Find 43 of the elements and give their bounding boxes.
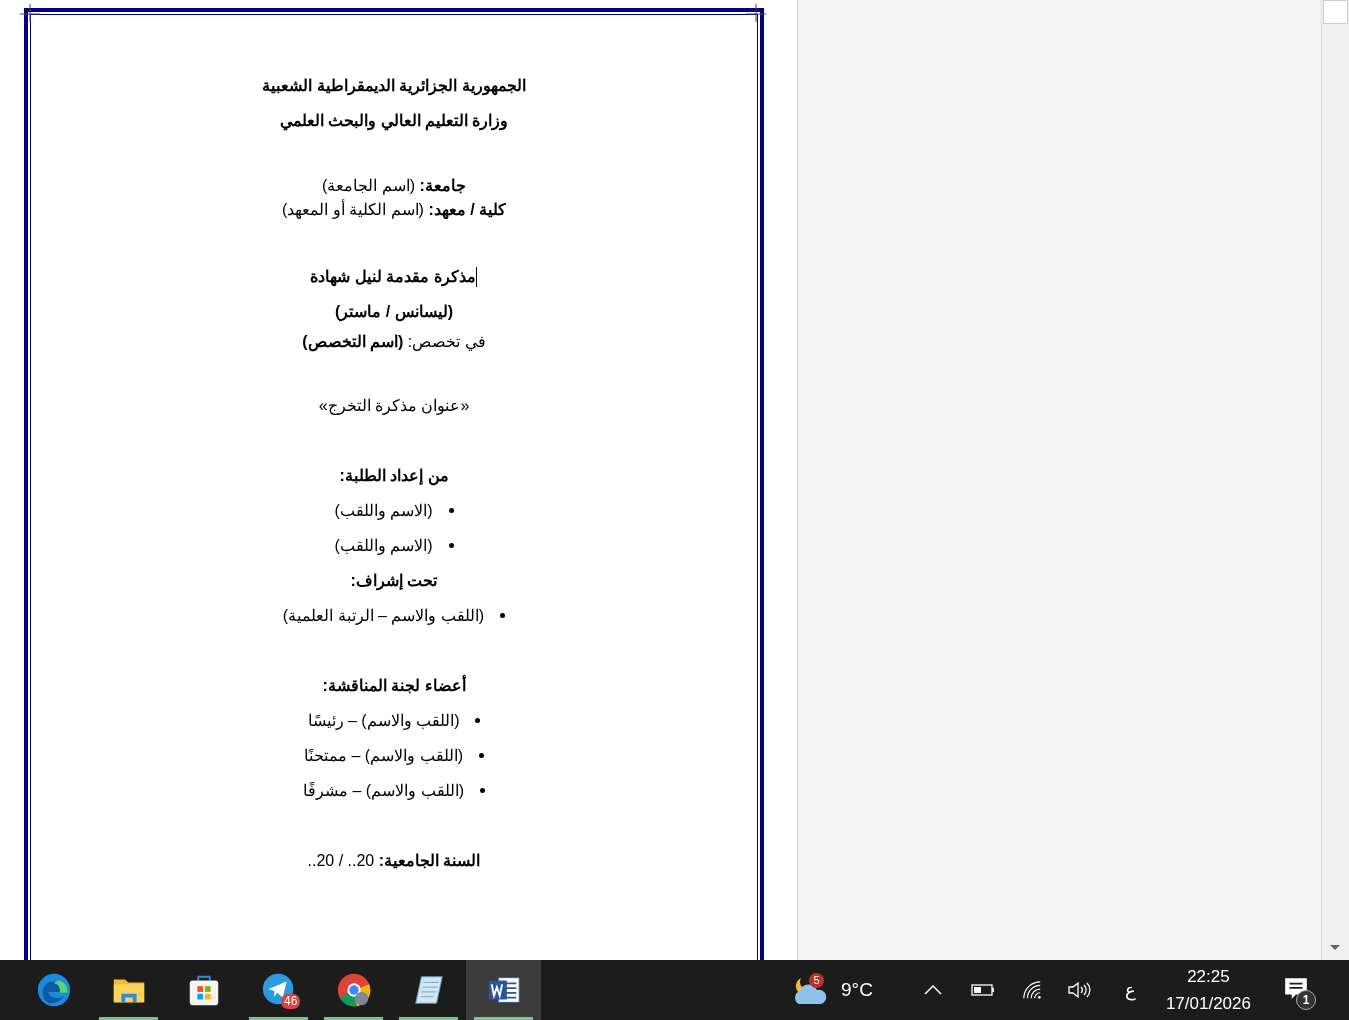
bullet-icon bbox=[478, 753, 484, 758]
running-indicator bbox=[249, 1017, 308, 1020]
document-text: (ليسانس / ماستر) bbox=[335, 302, 453, 321]
document-text: تحت إشراف: bbox=[350, 571, 438, 590]
taskbar-app-button[interactable]: 46 bbox=[241, 960, 316, 1020]
clock-button[interactable]: 22:25 17/01/2026 bbox=[1165, 963, 1251, 1017]
document-text: أعضاء لجنة المناقشة: bbox=[322, 676, 466, 695]
document-text: من إعداد الطلبة: bbox=[339, 466, 449, 485]
wifi-icon[interactable] bbox=[1020, 980, 1043, 1000]
running-indicator bbox=[324, 1017, 383, 1020]
crop-mark-icon bbox=[746, 4, 766, 22]
document-text: كلية / معهد: (اسم الكلية أو المعهد) bbox=[281, 199, 507, 219]
bullet-icon bbox=[500, 613, 506, 618]
speaker-icon[interactable] bbox=[1066, 980, 1091, 1000]
document-text: في تخصص: (اسم التخصص) bbox=[302, 331, 486, 351]
scroll-thumb[interactable] bbox=[1323, 0, 1348, 24]
weather-button[interactable]: 5 9°C bbox=[791, 960, 873, 1020]
document-text: الجمهورية الجزائرية الديمقراطية الشعبية bbox=[262, 76, 526, 95]
document-text: مذكرة مقدمة لنيل شهادة bbox=[310, 267, 476, 286]
list-item-text: (اللقب والاسم) – مشرفًا bbox=[303, 781, 464, 800]
notification-badge: 46 bbox=[281, 994, 301, 1009]
list-item-text: (اللقب والاسم – الرتبة العلمية) bbox=[282, 606, 485, 625]
bullet-icon bbox=[448, 508, 454, 513]
bullet-icon bbox=[448, 543, 454, 548]
list-item-text: (الاسم واللقب) bbox=[334, 536, 433, 555]
list-item-text: (اللقب والاسم) – رئيسًا bbox=[307, 711, 460, 730]
list-item-text: (الاسم واللقب) bbox=[334, 501, 433, 520]
crop-mark-icon bbox=[20, 4, 40, 22]
taskbar-app-button[interactable] bbox=[466, 960, 541, 1020]
document-text: وزارة التعليم العالي والبحث العلمي bbox=[279, 111, 509, 130]
bullet-icon bbox=[479, 788, 485, 793]
scrollbar[interactable] bbox=[1321, 0, 1349, 960]
document-text: جامعة: (اسم الجامعة) bbox=[322, 175, 466, 195]
notification-count: 1 bbox=[1296, 990, 1316, 1010]
document-text: «عنوان مذكرة التخرج» bbox=[318, 396, 470, 415]
notification-center-button[interactable]: 1 bbox=[1283, 970, 1319, 1010]
running-indicator bbox=[474, 1017, 533, 1020]
running-indicator bbox=[399, 1017, 458, 1020]
running-indicator bbox=[99, 1017, 158, 1020]
notification-badge: 5 bbox=[809, 973, 824, 988]
bullet-icon bbox=[475, 718, 481, 723]
input-language-button[interactable]: ع bbox=[1124, 979, 1136, 1001]
list-item-text: (اللقب والاسم) – ممتحنًا bbox=[304, 746, 463, 765]
